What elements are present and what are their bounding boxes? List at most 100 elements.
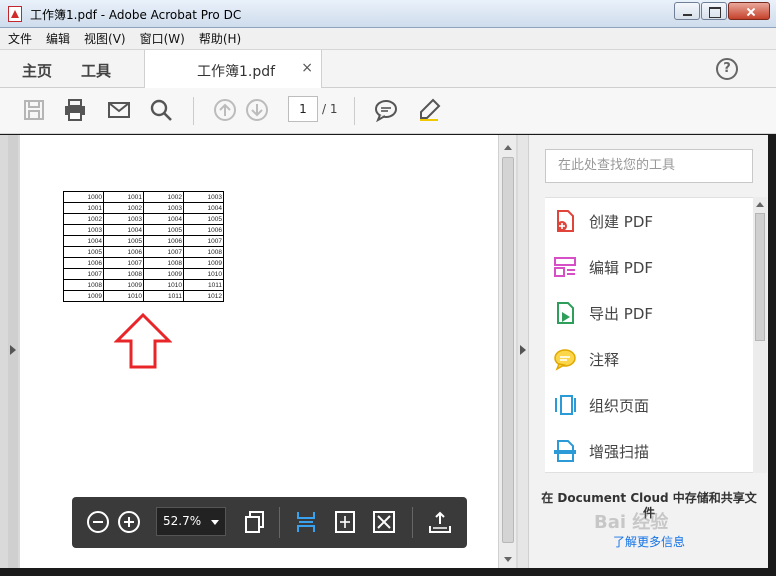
email-icon[interactable] bbox=[107, 98, 131, 122]
tool-organize-pages[interactable]: 组织页面 bbox=[553, 390, 749, 420]
window-title: 工作簿1.pdf - Adobe Acrobat Pro DC bbox=[30, 8, 242, 22]
floating-zoom-toolbar: 52.7% bbox=[72, 497, 467, 548]
table-row: 1002 1003 1004 1005 bbox=[63, 213, 224, 225]
menu-help[interactable]: 帮助(H) bbox=[199, 30, 241, 47]
table-cell: 1007 bbox=[103, 257, 144, 269]
scroll-thumb[interactable] bbox=[502, 157, 514, 543]
tab-home[interactable]: 主页 bbox=[22, 60, 52, 81]
table-cell: 1002 bbox=[143, 191, 184, 203]
fit-page-icon[interactable] bbox=[333, 510, 357, 534]
scroll-thumb[interactable] bbox=[755, 213, 765, 341]
comment-icon bbox=[554, 349, 576, 371]
menu-window[interactable]: 窗口(W) bbox=[140, 30, 185, 47]
maximize-button[interactable] bbox=[701, 2, 727, 20]
next-page-icon[interactable] bbox=[245, 98, 269, 122]
menu-file[interactable]: 文件 bbox=[8, 30, 32, 47]
table-cell: 1006 bbox=[103, 246, 144, 258]
table-cell: 1011 bbox=[183, 279, 224, 291]
spreadsheet-table: 1000 1001 1002 1003 1001 1002 1003 1004 1002 1003… bbox=[63, 191, 224, 302]
fit-width-icon[interactable] bbox=[294, 510, 318, 534]
table-cell: 1008 bbox=[183, 246, 224, 258]
table-cell: 1012 bbox=[183, 290, 224, 302]
table-cell: 1006 bbox=[183, 224, 224, 236]
toolbar-separator bbox=[354, 97, 355, 125]
acrobat-app-icon bbox=[8, 6, 22, 22]
read-mode-icon[interactable] bbox=[428, 510, 452, 534]
tools-pane: 在此处查找您的工具 创建 PDF 编辑 PDF 导出 PDF 注释 组织页面 增… bbox=[528, 135, 768, 568]
tool-comment[interactable]: 注释 bbox=[553, 344, 749, 374]
table-row: 1007 1008 1009 1010 bbox=[63, 268, 224, 280]
table-cell: 1009 bbox=[103, 279, 144, 291]
close-window-button[interactable] bbox=[728, 2, 770, 20]
table-cell: 1007 bbox=[63, 268, 104, 280]
table-cell: 1008 bbox=[103, 268, 144, 280]
window-bottom-border bbox=[0, 568, 776, 576]
baidu-watermark: Bai 经验 bbox=[594, 512, 669, 533]
document-tab[interactable]: 工作簿1.pdf × bbox=[144, 50, 322, 89]
main-toolbar bbox=[0, 88, 776, 134]
table-cell: 1008 bbox=[63, 279, 104, 291]
page-display-icon[interactable] bbox=[242, 510, 266, 534]
tab-tools[interactable]: 工具 bbox=[81, 60, 111, 81]
document-tab-close-icon[interactable]: × bbox=[301, 60, 313, 76]
scroll-up-icon[interactable] bbox=[504, 145, 512, 150]
create-pdf-icon bbox=[557, 210, 574, 232]
document-vertical-scrollbar[interactable] bbox=[498, 135, 516, 568]
table-row: 1003 1004 1005 1006 bbox=[63, 224, 224, 236]
scroll-up-icon[interactable] bbox=[756, 202, 764, 207]
enhance-scan-icon bbox=[554, 440, 576, 462]
tool-edit-pdf[interactable]: 编辑 PDF bbox=[553, 252, 749, 282]
page-total: / 1 bbox=[322, 102, 338, 116]
document-tab-title: 工作簿1.pdf bbox=[197, 64, 276, 80]
learn-more-link[interactable]: 了解更多信息 bbox=[613, 533, 685, 550]
table-cell: 1005 bbox=[103, 235, 144, 247]
tool-label: 创建 PDF bbox=[589, 213, 653, 231]
highlight-pen-icon[interactable] bbox=[417, 98, 441, 122]
full-screen-icon[interactable] bbox=[372, 510, 396, 534]
tool-search-input[interactable]: 在此处查找您的工具 bbox=[545, 149, 753, 183]
scroll-down-icon[interactable] bbox=[504, 557, 512, 562]
table-row: 1001 1002 1003 1004 bbox=[63, 202, 224, 214]
table-cell: 1002 bbox=[103, 202, 144, 214]
tools-scrollbar[interactable] bbox=[753, 197, 767, 473]
tab-row: 主页 工具 工作簿1.pdf × ? bbox=[0, 50, 776, 89]
table-cell: 1005 bbox=[143, 224, 184, 236]
toolbar-separator bbox=[193, 97, 194, 125]
minimize-button[interactable] bbox=[674, 2, 700, 20]
table-cell: 1002 bbox=[63, 213, 104, 225]
table-cell: 1004 bbox=[143, 213, 184, 225]
menu-view[interactable]: 视图(V) bbox=[84, 30, 126, 47]
previous-page-icon[interactable] bbox=[213, 98, 237, 122]
table-cell: 1003 bbox=[183, 191, 224, 203]
expand-left-panel-icon[interactable] bbox=[10, 345, 16, 355]
tool-label: 导出 PDF bbox=[589, 305, 653, 323]
table-cell: 1010 bbox=[103, 290, 144, 302]
menu-bar: 文件 编辑 视图(V) 窗口(W) 帮助(H) bbox=[0, 28, 776, 50]
table-cell: 1006 bbox=[63, 257, 104, 269]
red-up-arrow-annotation bbox=[114, 312, 172, 369]
zoom-out-icon[interactable] bbox=[86, 510, 110, 534]
help-icon[interactable]: ? bbox=[716, 58, 738, 80]
zoom-toolbar-separator bbox=[279, 507, 280, 538]
zoom-level-select[interactable]: 52.7% bbox=[156, 507, 226, 536]
zoom-in-icon[interactable] bbox=[117, 510, 141, 534]
collapse-right-pane-icon[interactable] bbox=[520, 345, 526, 355]
menu-edit[interactable]: 编辑 bbox=[46, 30, 70, 47]
comment-icon[interactable] bbox=[374, 98, 398, 122]
table-row: 1005 1006 1007 1008 bbox=[63, 246, 224, 258]
tool-create-pdf[interactable]: 创建 PDF bbox=[553, 206, 749, 236]
print-icon[interactable] bbox=[63, 98, 87, 122]
table-cell: 1004 bbox=[63, 235, 104, 247]
page-number-input[interactable]: 1 bbox=[288, 96, 318, 122]
table-cell: 1004 bbox=[183, 202, 224, 214]
tool-export-pdf[interactable]: 导出 PDF bbox=[553, 298, 749, 328]
table-cell: 1003 bbox=[63, 224, 104, 236]
search-icon[interactable] bbox=[149, 98, 173, 122]
table-row: 1008 1009 1010 1011 bbox=[63, 279, 224, 291]
tool-label: 增强扫描 bbox=[589, 443, 650, 461]
tool-enhance-scan[interactable]: 增强扫描 bbox=[553, 436, 749, 466]
export-pdf-icon bbox=[557, 302, 574, 324]
tool-label: 编辑 PDF bbox=[589, 259, 653, 277]
tool-label: 组织页面 bbox=[589, 397, 650, 415]
save-icon[interactable] bbox=[22, 98, 46, 122]
